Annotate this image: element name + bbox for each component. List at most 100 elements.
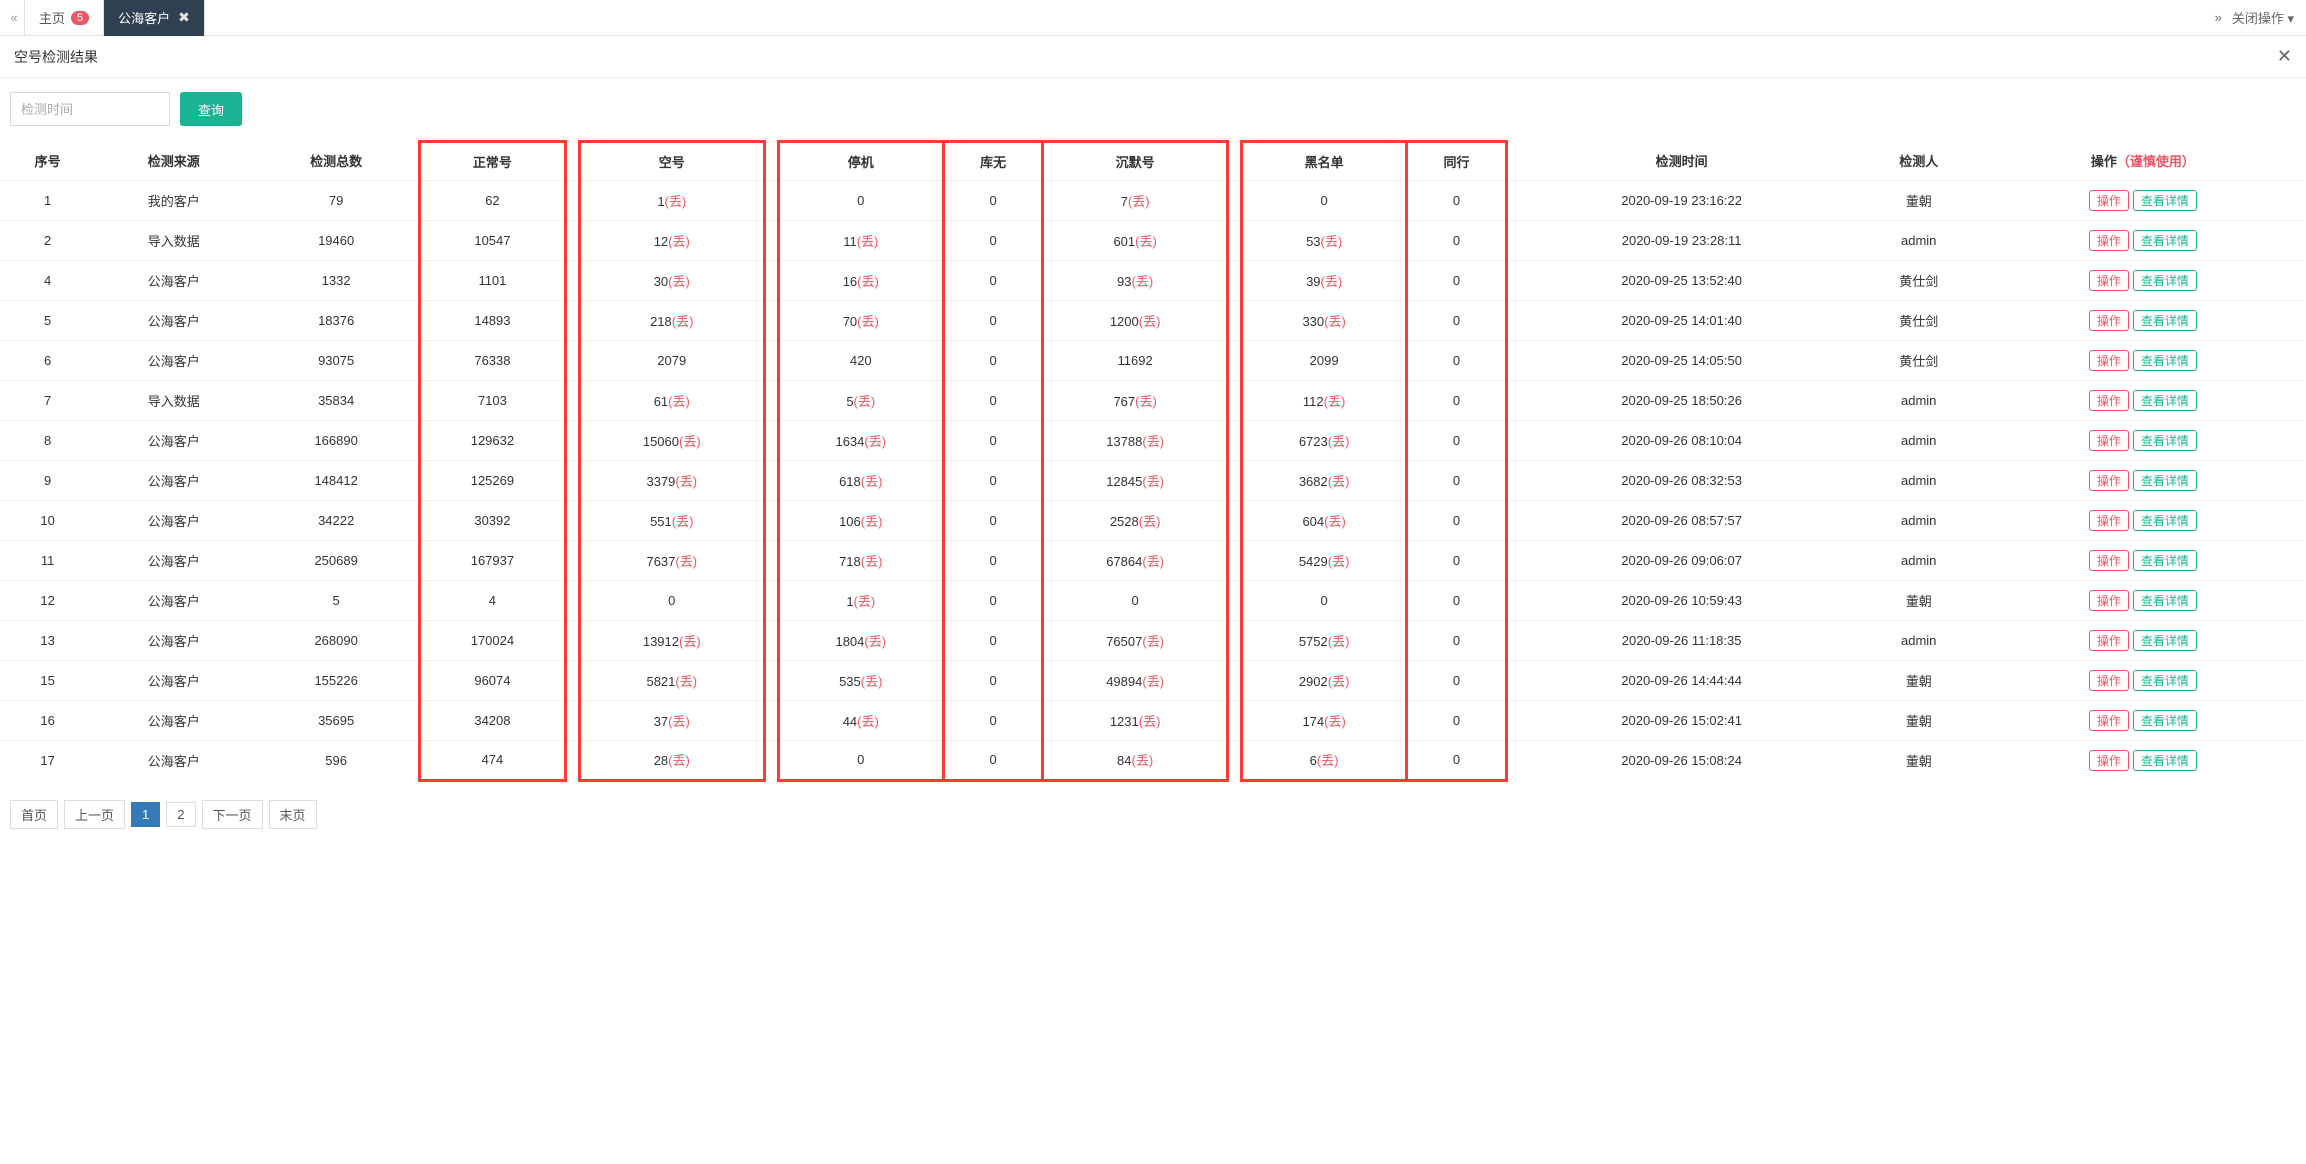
- detect-time-input[interactable]: [10, 92, 170, 126]
- page-1[interactable]: 1: [131, 802, 160, 827]
- cell: 11(丢): [778, 221, 943, 261]
- cell: 0: [1241, 581, 1406, 621]
- row-action-button[interactable]: 操作: [2089, 670, 2129, 691]
- row-action-button[interactable]: 操作: [2089, 590, 2129, 611]
- page-prev[interactable]: 上一页: [64, 800, 125, 829]
- cell: 6(丢): [1241, 741, 1406, 781]
- row-action-button[interactable]: 操作: [2089, 510, 2129, 531]
- tab-home[interactable]: 主页 5: [24, 0, 104, 36]
- cell-actions: 操作查看详情: [1982, 741, 2304, 781]
- query-button[interactable]: 查询: [180, 92, 242, 126]
- table-row: 9公海客户1484121252693379(丢)618(丢)012845(丢)3…: [2, 461, 2304, 501]
- cell-source: 公海客户: [93, 501, 254, 541]
- cell: 601(丢): [1043, 221, 1228, 261]
- panel-header: 空号检测结果 ✕: [0, 36, 2306, 78]
- cell-total: 35695: [254, 701, 419, 741]
- row-action-button[interactable]: 操作: [2089, 550, 2129, 571]
- cell: 12845(丢): [1043, 461, 1228, 501]
- cell-actions: 操作查看详情: [1982, 541, 2304, 581]
- cell-actions: 操作查看详情: [1982, 621, 2304, 661]
- cell: 112(丢): [1241, 381, 1406, 421]
- cell-actions: 操作查看详情: [1982, 301, 2304, 341]
- table-row: 8公海客户16689012963215060(丢)1634(丢)013788(丢…: [2, 421, 2304, 461]
- cell: 0: [943, 701, 1042, 741]
- row-detail-button[interactable]: 查看详情: [2133, 550, 2197, 571]
- row-detail-button[interactable]: 查看详情: [2133, 430, 2197, 451]
- page-last[interactable]: 末页: [269, 800, 317, 829]
- row-detail-button[interactable]: 查看详情: [2133, 510, 2197, 531]
- cell: 61(丢): [579, 381, 764, 421]
- cell: 39(丢): [1241, 261, 1406, 301]
- row-action-button[interactable]: 操作: [2089, 750, 2129, 771]
- close-icon[interactable]: ✖: [178, 9, 190, 26]
- cell: 0: [1407, 741, 1506, 781]
- cell: 7103: [419, 381, 565, 421]
- row-detail-button[interactable]: 查看详情: [2133, 470, 2197, 491]
- table-row: 4公海客户1332110130(丢)16(丢)093(丢)39(丢)02020-…: [2, 261, 2304, 301]
- row-action-button[interactable]: 操作: [2089, 710, 2129, 731]
- cell-operator: 董朝: [1856, 741, 1982, 781]
- page-first[interactable]: 首页: [10, 800, 58, 829]
- row-detail-button[interactable]: 查看详情: [2133, 270, 2197, 291]
- row-action-button[interactable]: 操作: [2089, 350, 2129, 371]
- tabs-scroll-right-icon[interactable]: »: [2215, 10, 2222, 25]
- row-detail-button[interactable]: 查看详情: [2133, 190, 2197, 211]
- row-action-button[interactable]: 操作: [2089, 430, 2129, 451]
- cell: 125269: [419, 461, 565, 501]
- cell-time: 2020-09-26 11:18:35: [1506, 621, 1855, 661]
- row-detail-button[interactable]: 查看详情: [2133, 590, 2197, 611]
- cell-source: 公海客户: [93, 701, 254, 741]
- panel-close-icon[interactable]: ✕: [2277, 46, 2292, 67]
- cell-total: 1332: [254, 261, 419, 301]
- cell: 13912(丢): [579, 621, 764, 661]
- cell: 6723(丢): [1241, 421, 1406, 461]
- row-action-button[interactable]: 操作: [2089, 470, 2129, 491]
- cell: 34208: [419, 701, 565, 741]
- cell-source: 公海客户: [93, 461, 254, 501]
- cell: 0: [943, 381, 1042, 421]
- cell-operator: admin: [1856, 501, 1982, 541]
- cell-total: 34222: [254, 501, 419, 541]
- row-detail-button[interactable]: 查看详情: [2133, 750, 2197, 771]
- row-detail-button[interactable]: 查看详情: [2133, 310, 2197, 331]
- cell-source: 导入数据: [93, 381, 254, 421]
- page-2[interactable]: 2: [166, 802, 195, 827]
- results-table: 序号 检测来源 检测总数 正常号 空号 停机 库无 沉默号 黑名单 同行 检测时…: [2, 140, 2304, 782]
- row-action-button[interactable]: 操作: [2089, 270, 2129, 291]
- col-total: 检测总数: [254, 142, 419, 181]
- tabs-scroll-left-icon[interactable]: «: [4, 10, 24, 25]
- cell: 5(丢): [778, 381, 943, 421]
- cell: 0: [1407, 301, 1506, 341]
- row-detail-button[interactable]: 查看详情: [2133, 710, 2197, 731]
- cell-time: 2020-09-25 18:50:26: [1506, 381, 1855, 421]
- row-action-button[interactable]: 操作: [2089, 190, 2129, 211]
- page-next[interactable]: 下一页: [202, 800, 263, 829]
- cell: 0: [1241, 181, 1406, 221]
- row-action-button[interactable]: 操作: [2089, 390, 2129, 411]
- tab-public-customers[interactable]: 公海客户 ✖: [104, 0, 205, 36]
- row-action-button[interactable]: 操作: [2089, 310, 2129, 331]
- row-action-button[interactable]: 操作: [2089, 630, 2129, 651]
- close-ops-menu[interactable]: 关闭操作 ▾: [2232, 8, 2294, 27]
- cell: 0: [1407, 661, 1506, 701]
- cell: 37(丢): [579, 701, 764, 741]
- cell: 1231(丢): [1043, 701, 1228, 741]
- table-row: 12公海客户5401(丢)00002020-09-26 10:59:43董朝操作…: [2, 581, 2304, 621]
- row-detail-button[interactable]: 查看详情: [2133, 670, 2197, 691]
- cell: 0: [943, 181, 1042, 221]
- row-detail-button[interactable]: 查看详情: [2133, 390, 2197, 411]
- cell-seq: 15: [2, 661, 93, 701]
- cell: 0: [943, 261, 1042, 301]
- cell: 0: [943, 461, 1042, 501]
- tab-home-badge: 5: [71, 11, 89, 25]
- chevron-down-icon: ▾: [2287, 11, 2294, 26]
- row-action-button[interactable]: 操作: [2089, 230, 2129, 251]
- cell: 7(丢): [1043, 181, 1228, 221]
- row-detail-button[interactable]: 查看详情: [2133, 630, 2197, 651]
- cell-total: 18376: [254, 301, 419, 341]
- cell-operator: admin: [1856, 541, 1982, 581]
- col-suspended: 停机: [778, 142, 943, 181]
- row-detail-button[interactable]: 查看详情: [2133, 350, 2197, 371]
- row-detail-button[interactable]: 查看详情: [2133, 230, 2197, 251]
- cell: 62: [419, 181, 565, 221]
